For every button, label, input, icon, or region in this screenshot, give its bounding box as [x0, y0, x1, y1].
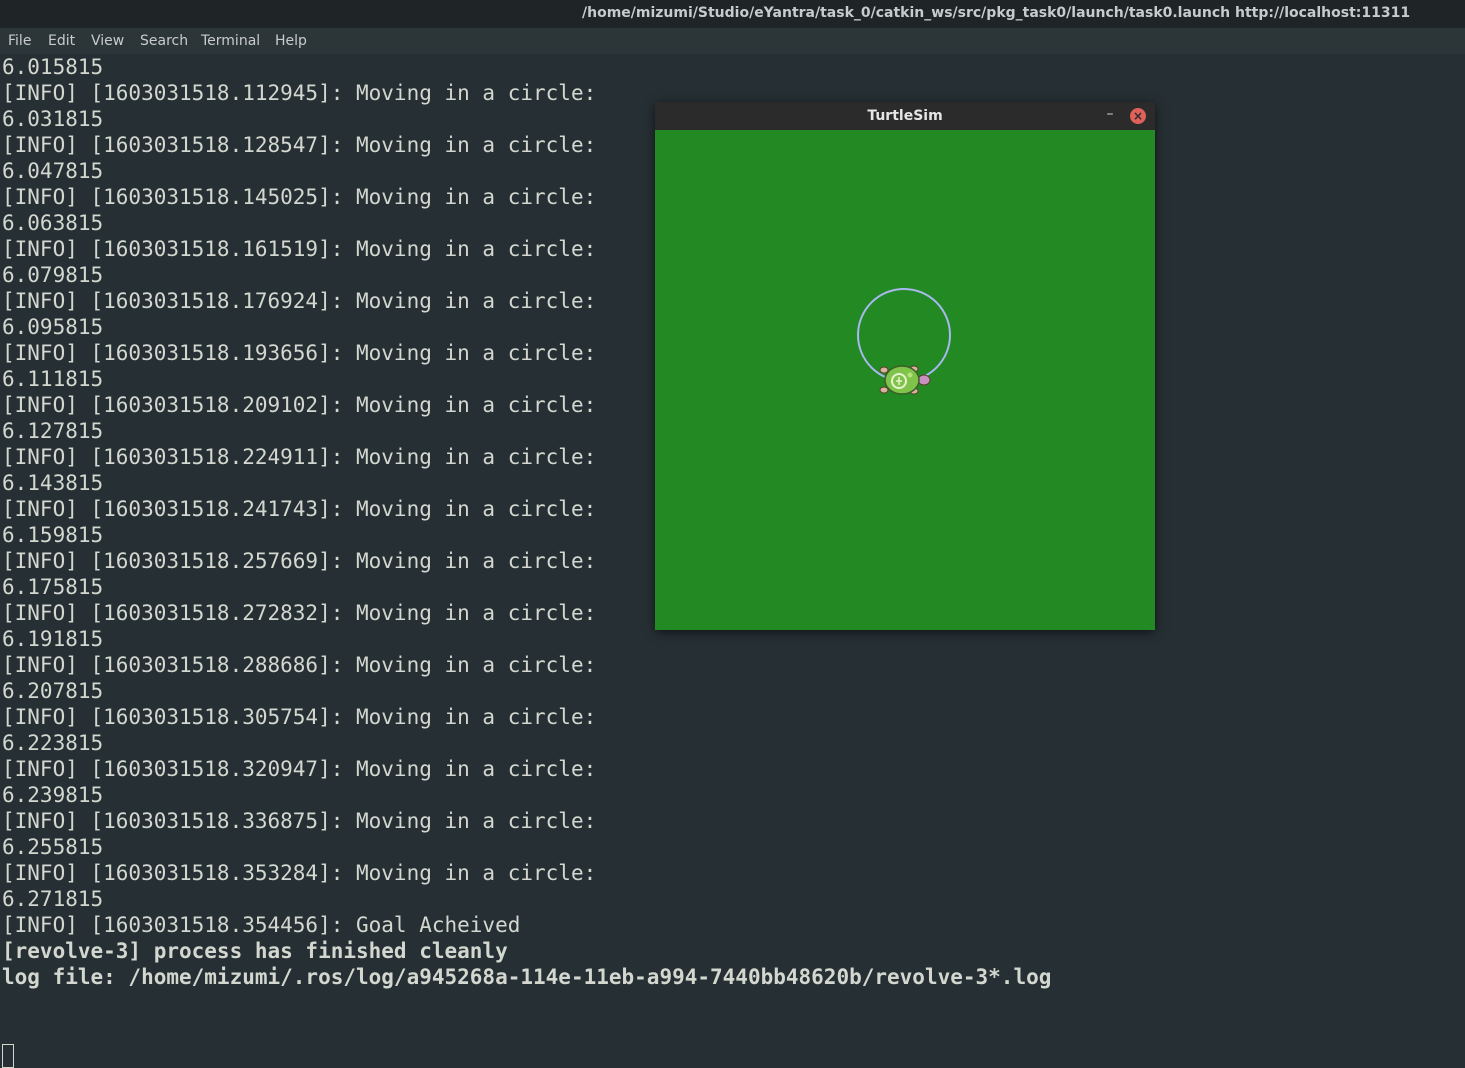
terminal-line: log file: /home/mizumi/.ros/log/a945268a…: [2, 965, 1052, 989]
terminal-line: [INFO] [1603031518.288686]: Moving in a …: [2, 653, 597, 677]
terminal-line: [INFO] [1603031518.241743]: Moving in a …: [2, 497, 597, 521]
menu-edit[interactable]: Edit: [48, 33, 75, 49]
terminal-line: [INFO] [1603031518.224911]: Moving in a …: [2, 445, 597, 469]
menu-file[interactable]: File: [8, 33, 31, 49]
terminal-line: [INFO] [1603031518.161519]: Moving in a …: [2, 237, 597, 261]
terminal-line: 6.159815: [2, 523, 104, 547]
turtlesim-title: TurtleSim: [867, 108, 943, 124]
terminal-line: [INFO] [1603031518.257669]: Moving in a …: [2, 549, 597, 573]
terminal-line: [INFO] [1603031518.176924]: Moving in a …: [2, 289, 597, 313]
terminal-line: 6.239815: [2, 783, 104, 807]
terminal-line: [INFO] [1603031518.272832]: Moving in a …: [2, 601, 597, 625]
terminal-line: 6.207815: [2, 679, 104, 703]
terminal-line: [INFO] [1603031518.209102]: Moving in a …: [2, 393, 597, 417]
turtlesim-titlebar[interactable]: TurtleSim – ×: [655, 102, 1155, 131]
terminal-line: [INFO] [1603031518.145025]: Moving in a …: [2, 185, 597, 209]
terminal-line: [INFO] [1603031518.336875]: Moving in a …: [2, 809, 597, 833]
turtlesim-drawing: [857, 288, 951, 395]
terminal-line: [INFO] [1603031518.353284]: Moving in a …: [2, 861, 597, 885]
terminal-line: 6.143815: [2, 471, 104, 495]
terminal-line: [INFO] [1603031518.320947]: Moving in a …: [2, 757, 597, 781]
terminal-line: [INFO] [1603031518.354456]: Goal Acheive…: [2, 913, 521, 937]
terminal-cursor: [2, 1044, 14, 1068]
terminal-line: 6.223815: [2, 731, 104, 755]
terminal-line: 6.063815: [2, 211, 104, 235]
window-title: /home/mizumi/Studio/eYantra/task_0/catki…: [582, 5, 1411, 21]
minimize-button[interactable]: –: [1103, 106, 1117, 124]
terminal-line: 6.079815: [2, 263, 104, 287]
turtlesim-canvas: [655, 130, 1155, 630]
terminal-line: 6.271815: [2, 887, 104, 911]
terminal-line: 6.127815: [2, 419, 104, 443]
terminal-line: [INFO] [1603031518.112945]: Moving in a …: [2, 81, 597, 105]
close-button[interactable]: ×: [1130, 108, 1146, 124]
terminal-line: 6.015815: [2, 55, 104, 79]
terminal-line: 6.175815: [2, 575, 104, 599]
window-titlebar: /home/mizumi/Studio/eYantra/task_0/catki…: [0, 0, 1465, 28]
terminal-line: 6.047815: [2, 159, 104, 183]
terminal-line: [revolve-3] process has finished cleanly: [2, 939, 508, 963]
menu-view[interactable]: View: [91, 33, 124, 49]
turtle-icon: [879, 365, 931, 395]
terminal-line: [INFO] [1603031518.128547]: Moving in a …: [2, 133, 597, 157]
terminal-line: [INFO] [1603031518.305754]: Moving in a …: [2, 705, 597, 729]
terminal-line: 6.095815: [2, 315, 104, 339]
terminal-line: 6.191815: [2, 627, 104, 651]
terminal-line: 6.111815: [2, 367, 104, 391]
terminal-line: [INFO] [1603031518.193656]: Moving in a …: [2, 341, 597, 365]
menu-bar: File Edit View Search Terminal Help: [0, 28, 1465, 54]
turtlesim-window[interactable]: TurtleSim – ×: [655, 102, 1155, 630]
menu-terminal[interactable]: Terminal: [201, 33, 260, 49]
menu-help[interactable]: Help: [275, 33, 307, 49]
menu-search[interactable]: Search: [140, 33, 188, 49]
terminal-line: 6.031815: [2, 107, 104, 131]
terminal-line: 6.255815: [2, 835, 104, 859]
